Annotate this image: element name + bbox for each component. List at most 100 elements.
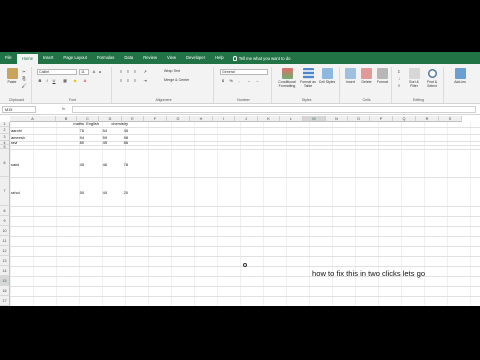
row-header-17[interactable]: 17 (0, 296, 10, 306)
cell-name[interactable]: rahul (11, 191, 51, 195)
wrap-text-button[interactable]: Wrap Text (164, 69, 180, 74)
clipboard-group: Paste ✂ ⎘ 🖌 Clipboard (2, 67, 32, 103)
tab-file[interactable]: File (0, 52, 17, 64)
insert-cells-icon (345, 68, 356, 79)
cell-english[interactable]: 54 (77, 129, 107, 133)
format-cells-icon (377, 68, 388, 79)
increase-decimal-icon[interactable]: ← (246, 78, 252, 84)
header-english[interactable]: English (77, 122, 99, 126)
decrease-font-icon[interactable]: a (97, 69, 103, 75)
row-header-13[interactable]: 13 (0, 256, 10, 266)
borders-icon[interactable]: ▦ (62, 78, 68, 84)
decrease-decimal-icon[interactable]: → (254, 78, 260, 84)
find-select-button[interactable]: Find & Select (424, 68, 440, 88)
cell-name[interactable]: sami (11, 163, 51, 167)
sort-filter-icon (408, 68, 420, 79)
italic-button[interactable]: I (44, 78, 50, 84)
number-format-box[interactable]: General (220, 69, 268, 75)
bold-button[interactable]: B (37, 78, 43, 84)
font-size-box[interactable]: 11 (79, 69, 89, 75)
addins-button[interactable]: Add-ins (450, 68, 470, 84)
format-painter-icon[interactable]: 🖌 (21, 83, 27, 89)
autosum-icon[interactable]: Σ (396, 69, 402, 75)
mouse-cursor-icon (243, 263, 247, 267)
fill-icon[interactable]: ↓ (396, 76, 402, 82)
underline-button[interactable]: U (51, 78, 57, 84)
row-header-7[interactable]: 7 (0, 177, 10, 206)
row-gridline (10, 145, 480, 146)
cell-name[interactable]: ravi (11, 141, 51, 145)
tab-formulas[interactable]: Formulas (92, 52, 119, 64)
row-header-10[interactable]: 10 (0, 226, 10, 236)
row-header-11[interactable]: 11 (0, 236, 10, 246)
video-caption: how to fix this in two clicks lets go (312, 269, 426, 278)
cell-name[interactable]: ameesh (11, 136, 51, 140)
tab-help[interactable]: Help (210, 52, 229, 64)
sort-filter-button[interactable]: Sort & Filter (406, 68, 422, 88)
cell-chemistry[interactable]: 45 (104, 129, 128, 133)
format-as-table-button[interactable]: Format as Table (299, 68, 317, 88)
orientation-icon[interactable]: ↗ (142, 69, 148, 75)
cell-chemistry[interactable]: 20 (104, 191, 128, 195)
tab-home[interactable]: Home (16, 54, 38, 64)
tab-view[interactable]: View (162, 52, 181, 64)
cell-styles-button[interactable]: Cell Styles (318, 68, 336, 84)
row-gridline (10, 256, 480, 257)
font-color-icon[interactable]: A (82, 78, 88, 84)
align-right-icon[interactable]: ≡ (132, 78, 138, 84)
copy-icon[interactable]: ⎘ (21, 76, 27, 82)
paste-button[interactable]: Paste (5, 68, 19, 84)
cell-name[interactable]: aarohi (11, 129, 51, 133)
row-header-15[interactable]: 15 (0, 276, 10, 286)
tab-developer[interactable]: Developer (181, 52, 210, 64)
ribbon: Paste ✂ ⎘ 🖌 Clipboard Calibri 11 A a B I… (0, 64, 480, 104)
cell-chemistry[interactable]: 86 (104, 141, 128, 145)
row-header-12[interactable]: 12 (0, 246, 10, 256)
cell-english[interactable]: 46 (77, 163, 107, 167)
row-header-16[interactable]: 16 (0, 286, 10, 296)
percent-icon[interactable]: % (228, 78, 234, 84)
merge-center-button[interactable]: Merge & Center (164, 78, 189, 83)
row-header-2[interactable]: 2 (0, 127, 10, 134)
row-header-3[interactable]: 3 (0, 134, 10, 141)
tab-data[interactable]: Data (119, 52, 138, 64)
row-gridline (10, 177, 480, 178)
indent-icon[interactable]: ⇥ (142, 78, 148, 84)
cell-english[interactable]: 40 (77, 191, 107, 195)
clear-icon[interactable]: ◊ (396, 83, 402, 89)
cut-icon[interactable]: ✂ (21, 69, 27, 75)
currency-icon[interactable]: $ (220, 78, 226, 84)
align-middle-icon[interactable]: ≡ (125, 69, 131, 75)
fill-color-icon[interactable]: ◆ (72, 78, 78, 84)
tell-me-box[interactable]: Tell me what you want to do (232, 55, 290, 61)
name-box[interactable]: M15 (2, 106, 36, 113)
format-cells-button[interactable]: Format (375, 68, 390, 84)
insert-cells-button[interactable]: Insert (343, 68, 358, 84)
tab-review[interactable]: Review (138, 52, 162, 64)
lightbulb-icon (232, 55, 237, 61)
row-header-6[interactable]: 6 (0, 149, 10, 177)
row-header-14[interactable]: 14 (0, 266, 10, 276)
cell-english[interactable]: 45 (77, 141, 107, 145)
addins-group: Add-ins (446, 67, 476, 103)
cell-chemistry[interactable]: 78 (104, 163, 128, 167)
delete-cells-button[interactable]: Delete (359, 68, 374, 84)
header-chemistry[interactable]: chemistry (104, 122, 128, 126)
row-header-8[interactable]: 8 (0, 206, 10, 216)
align-left-icon[interactable]: ≡ (118, 78, 124, 84)
align-top-icon[interactable]: ≡ (118, 69, 124, 75)
align-center-icon[interactable]: ≡ (125, 78, 131, 84)
row-gridline (10, 296, 480, 297)
font-name-box[interactable]: Calibri (37, 69, 77, 75)
row-gridline (10, 226, 480, 227)
tab-insert[interactable]: Insert (38, 52, 58, 64)
tab-page-layout[interactable]: Page Layout (58, 52, 92, 64)
delete-cells-icon (361, 68, 372, 79)
formula-input[interactable] (72, 106, 476, 113)
fx-icon[interactable]: fx (62, 106, 65, 111)
row-gridline (10, 216, 480, 217)
comma-icon[interactable]: , (236, 78, 242, 84)
row-header-9[interactable]: 9 (0, 216, 10, 226)
align-bottom-icon[interactable]: ≡ (132, 69, 138, 75)
conditional-formatting-button[interactable]: Conditional Formatting (276, 68, 298, 88)
